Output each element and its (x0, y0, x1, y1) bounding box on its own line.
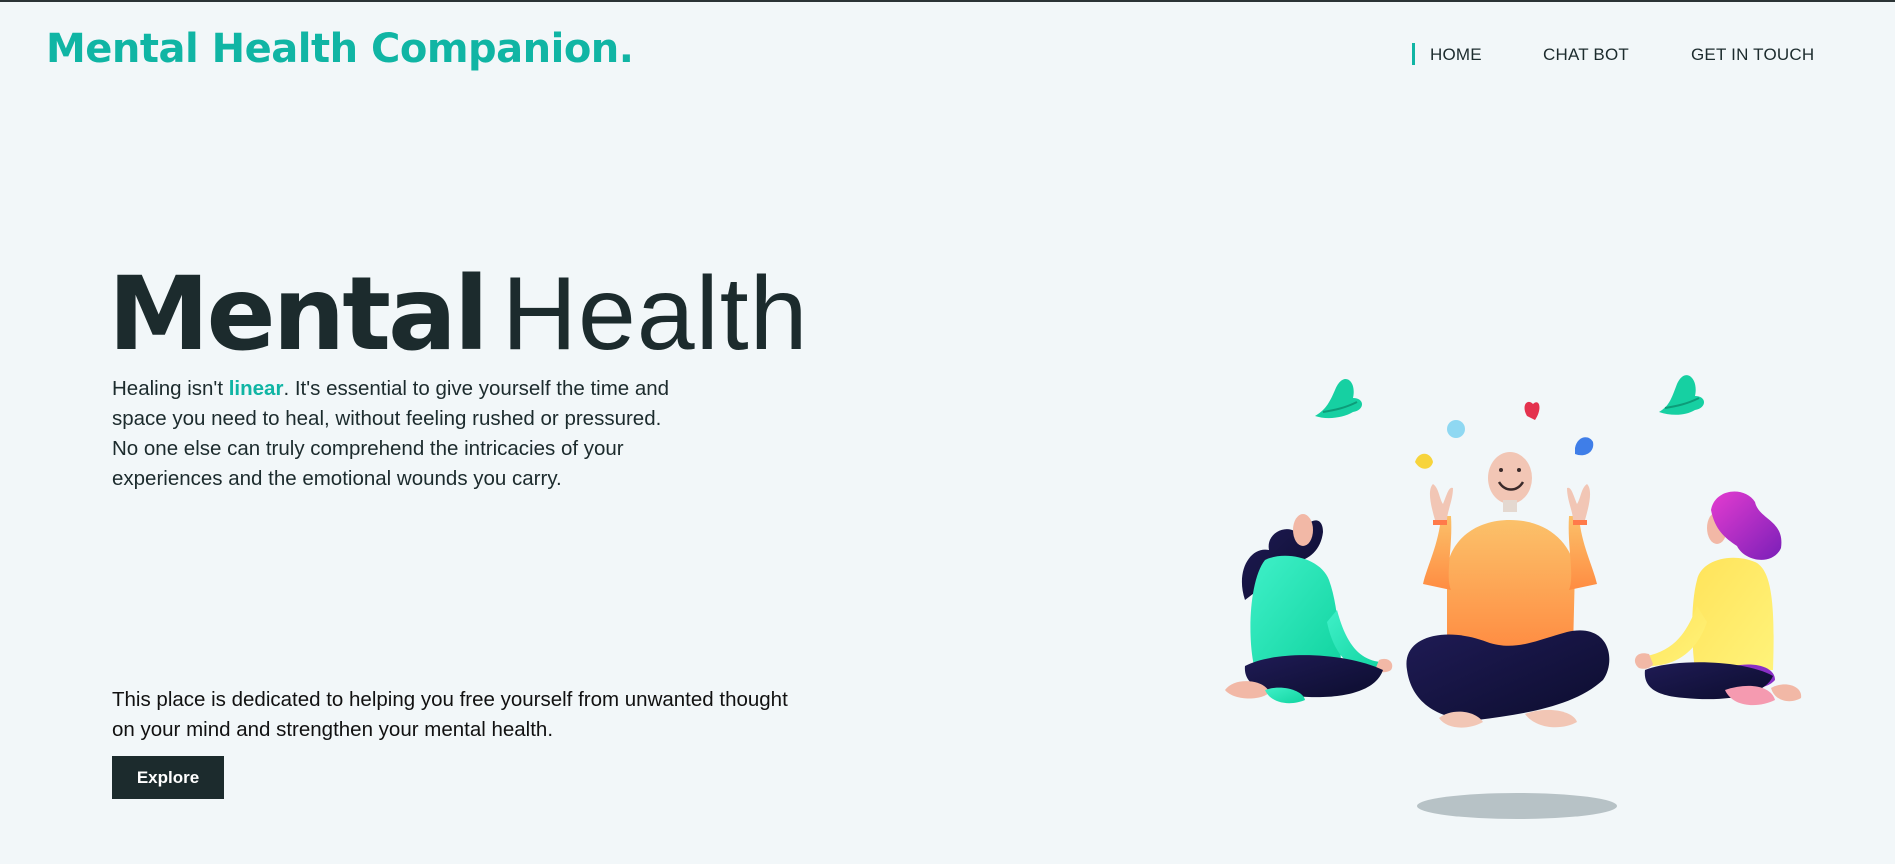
top-border (0, 0, 1895, 2)
bird-left-icon (1315, 378, 1362, 419)
right-person (1634, 491, 1802, 706)
blue-leaf-icon (1575, 437, 1594, 456)
hero-title: Mental Health (108, 262, 808, 366)
brand-logo[interactable]: Mental Health Companion. (46, 26, 634, 72)
explore-button[interactable]: Explore (112, 756, 224, 799)
nav-get-in-touch[interactable]: GET IN TOUCH (1691, 45, 1814, 65)
heart-icon (1524, 401, 1540, 420)
ground-shadow (1417, 793, 1617, 819)
left-person (1225, 514, 1393, 704)
nav-home[interactable]: HOME (1430, 45, 1482, 65)
hero-title-light: Health (501, 256, 809, 372)
hero-description: Healing isn't linear. It's essential to … (112, 374, 692, 494)
hero-title-bold: Mental (108, 255, 489, 374)
hero-text-accent: linear (228, 377, 284, 400)
center-person (1406, 452, 1610, 728)
meditation-illustration (1225, 375, 1802, 819)
nav-chat-bot[interactable]: CHAT BOT (1543, 45, 1629, 65)
hero-text-before: Healing isn't (112, 377, 229, 400)
nav-active-indicator (1412, 43, 1415, 65)
dedicated-text: This place is dedicated to helping you f… (112, 688, 788, 741)
yellow-leaf-icon (1415, 453, 1433, 469)
bubble-icon (1447, 420, 1465, 438)
bird-right-icon (1659, 375, 1704, 415)
